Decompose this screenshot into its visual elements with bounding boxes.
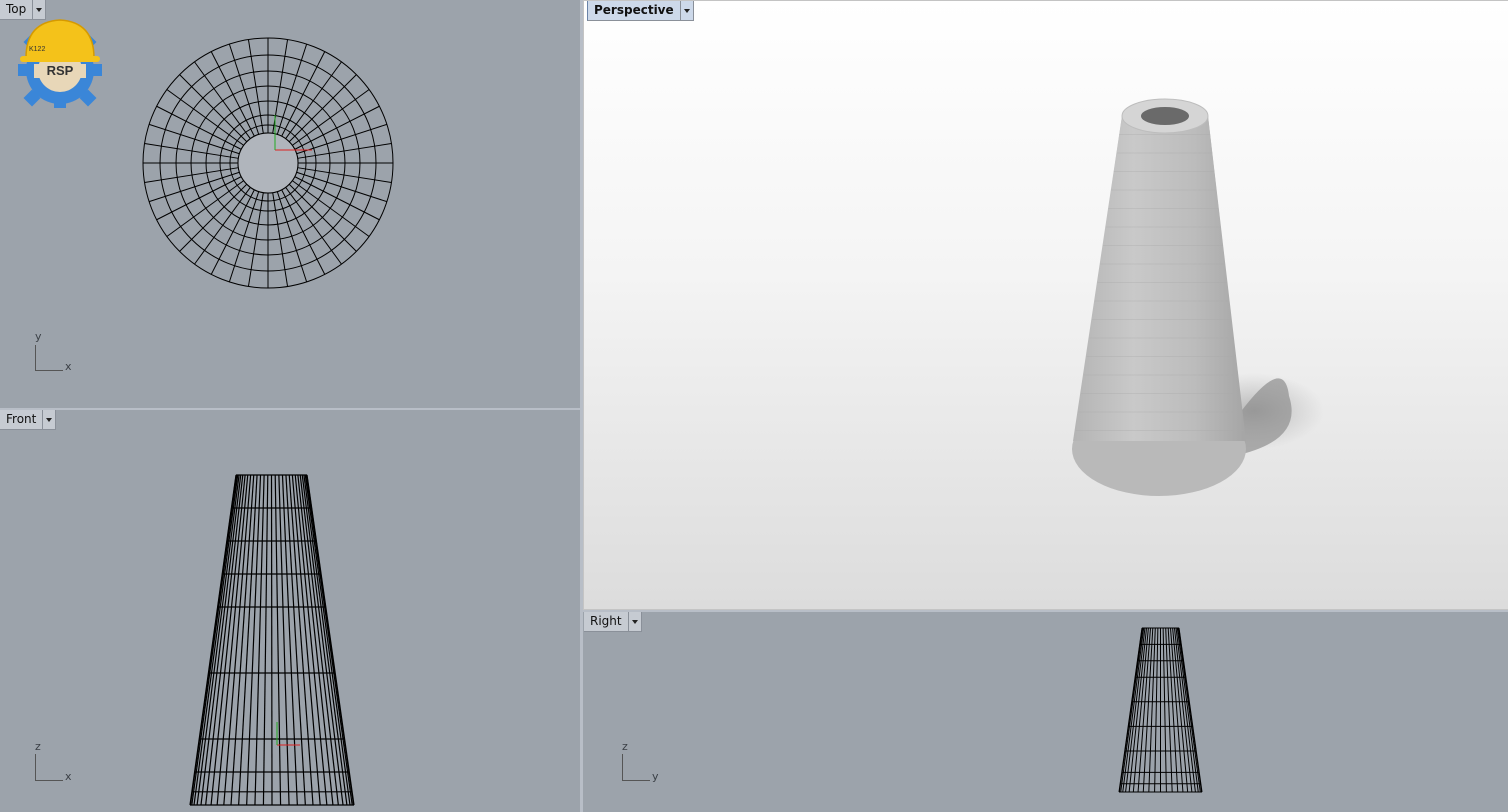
wire-spoke xyxy=(288,74,357,143)
cone-hole xyxy=(1141,107,1189,125)
axis-label-y: y xyxy=(652,770,659,783)
wire-generator xyxy=(1178,627,1203,793)
front-wireframe xyxy=(189,474,355,806)
wire-generator xyxy=(274,474,282,806)
viewport-top[interactable]: Top y x K122 RSP xyxy=(0,0,580,408)
wire-generator xyxy=(278,474,290,806)
wire-generator xyxy=(270,474,273,806)
wire-generator xyxy=(254,474,265,806)
axis-label-x: x xyxy=(65,360,72,373)
top-inner-hole xyxy=(237,132,299,194)
wire-spoke xyxy=(179,74,248,143)
wire-spoke xyxy=(288,183,357,252)
viewport-front[interactable]: Front z x xyxy=(0,410,580,812)
wire-generator xyxy=(1165,627,1173,793)
viewport-tab-right[interactable]: Right xyxy=(584,612,642,632)
wire-generator xyxy=(246,474,262,806)
wire-generator xyxy=(306,474,355,806)
logo-badge-text: K122 xyxy=(29,46,45,53)
wire-generator xyxy=(305,474,353,806)
logo-text: RSP xyxy=(47,63,74,78)
chevron-down-icon[interactable] xyxy=(43,410,57,430)
wire-generator xyxy=(262,474,269,806)
wire-generator xyxy=(189,474,237,806)
concrete-cone-render xyxy=(1072,98,1324,496)
wire-generator xyxy=(191,474,238,806)
viewport-tab-front[interactable]: Front xyxy=(0,410,57,430)
viewport-label-perspective[interactable]: Perspective xyxy=(587,1,681,21)
wire-generator xyxy=(1118,627,1143,793)
wire-generator xyxy=(303,474,348,806)
wire-generator xyxy=(238,474,258,806)
axis-label-z: z xyxy=(35,740,41,753)
axis-indicator-right: z y xyxy=(620,740,670,785)
axis-indicator-front: z x xyxy=(33,740,83,785)
wire-generator xyxy=(1162,627,1167,793)
axis-indicator-top: y x xyxy=(33,330,83,375)
viewport-perspective[interactable]: Perspective xyxy=(583,0,1508,610)
right-wireframe xyxy=(1118,627,1203,793)
wire-generator xyxy=(1148,627,1156,793)
chevron-down-icon[interactable] xyxy=(680,1,694,21)
viewport-right[interactable]: Right z y xyxy=(583,612,1508,812)
viewport-label-right[interactable]: Right xyxy=(584,612,629,632)
axis-label-x: x xyxy=(65,770,72,783)
hardhat-gear-logo: K122 RSP xyxy=(18,19,102,108)
wire-generator xyxy=(1154,627,1159,793)
chevron-down-icon[interactable] xyxy=(628,612,642,632)
axis-label-y: y xyxy=(35,330,42,343)
wire-generator xyxy=(288,474,314,806)
viewport-label-front[interactable]: Front xyxy=(0,410,44,430)
viewport-tab-perspective[interactable]: Perspective xyxy=(587,1,694,21)
axis-label-z: z xyxy=(622,740,628,753)
wire-spoke xyxy=(179,183,248,252)
